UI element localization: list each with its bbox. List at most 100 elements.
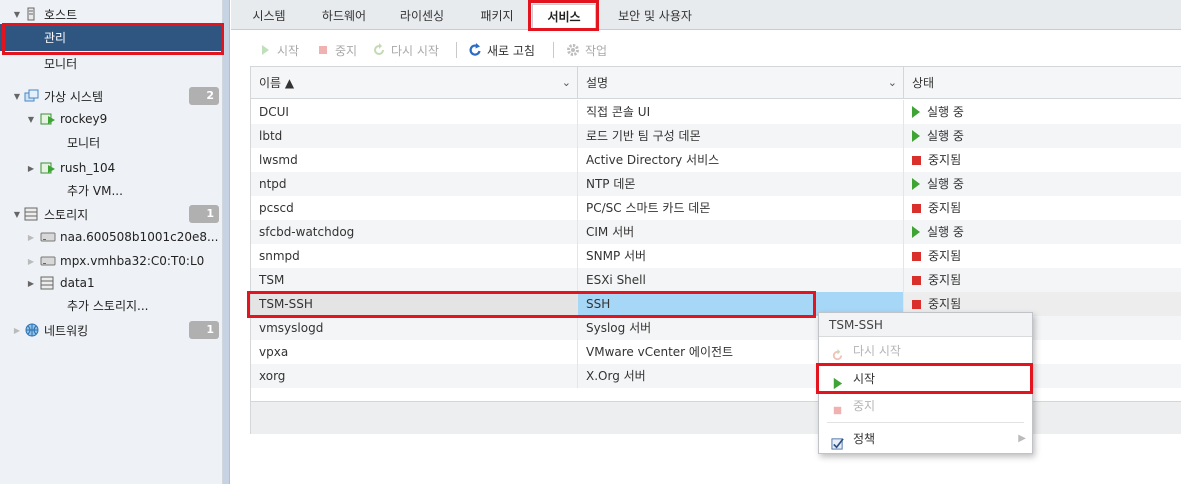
service-name-cell: lwsmd bbox=[251, 148, 578, 172]
service-description-cell: SNMP 서버 bbox=[578, 244, 904, 268]
stop-icon bbox=[831, 400, 844, 415]
table-row[interactable]: lbtd 로드 기반 팀 구성 데몬 실행 중 bbox=[251, 124, 1181, 148]
toolbar-divider bbox=[553, 42, 554, 58]
service-status-cell: 실행 중 bbox=[904, 124, 1181, 148]
table-row[interactable]: DCUI 직접 콘솔 UI 실행 중 bbox=[251, 100, 1181, 124]
stop-service-button[interactable]: 중지 bbox=[316, 40, 357, 60]
table-row[interactable]: vpxa VMware vCenter 에이전트 bbox=[251, 340, 1181, 364]
table-row[interactable]: xorg X.Org 서버 bbox=[251, 364, 1181, 388]
column-header-name[interactable]: 이름 ▲ ⌄ bbox=[251, 67, 578, 99]
context-menu: TSM-SSH 다시 시작 시작 중지 정책 ▶ bbox=[818, 312, 1033, 454]
context-menu-title: TSM-SSH bbox=[819, 313, 1032, 337]
datastore-icon bbox=[40, 276, 56, 290]
nav-vm-monitor[interactable]: 모니터 bbox=[0, 131, 223, 153]
table-row[interactable]: vmsyslogd Syslog 서버 bbox=[251, 316, 1181, 340]
menu-item-start[interactable]: 시작 bbox=[819, 366, 1032, 392]
table-row[interactable]: lwsmd Active Directory 서비스 중지됨 bbox=[251, 148, 1181, 172]
nav-monitor[interactable]: 모니터 bbox=[0, 52, 223, 74]
nav-add-storage-label: 추가 스토리지... bbox=[67, 298, 149, 313]
column-status-label: 상태 bbox=[912, 76, 935, 90]
expand-arrow-icon[interactable]: ▼ bbox=[12, 10, 22, 19]
vm-running-icon bbox=[40, 161, 56, 175]
nav-manage[interactable]: 관리 bbox=[0, 24, 223, 51]
navigator-sidebar: ▼ 호스트 관리 모니터 ▼ 가상 시스템 2 ▼ rockey9 모니터 ▶ … bbox=[0, 0, 223, 484]
nav-disk-label: mpx.vmhba32:C0:T0:L0 bbox=[60, 254, 205, 268]
table-row[interactable]: TSM-SSH SSH 중지됨 bbox=[251, 292, 1181, 316]
service-name-cell: TSM-SSH bbox=[251, 292, 578, 316]
menu-item-restart[interactable]: 다시 시작 bbox=[819, 338, 1032, 364]
refresh-label: 새로 고침 bbox=[487, 43, 535, 58]
nav-add-vm[interactable]: 추가 VM... bbox=[0, 179, 223, 201]
play-icon bbox=[831, 373, 844, 390]
service-status-label: 실행 중 bbox=[927, 177, 964, 191]
nav-add-storage[interactable]: 추가 스토리지... bbox=[0, 294, 223, 316]
service-name-cell: sfcbd-watchdog bbox=[251, 220, 578, 244]
table-row[interactable]: snmpd SNMP 서버 중지됨 bbox=[251, 244, 1181, 268]
service-name-cell: xorg bbox=[251, 364, 578, 388]
disk-icon bbox=[40, 230, 56, 244]
expand-arrow-icon[interactable]: ▼ bbox=[12, 210, 22, 219]
stopped-status-icon bbox=[912, 156, 921, 165]
vm-count-badge: 2 bbox=[189, 87, 219, 105]
table-row[interactable]: pcscd PC/SC 스마트 카드 데몬 중지됨 bbox=[251, 196, 1181, 220]
restart-service-button[interactable]: 다시 시작 bbox=[372, 40, 439, 60]
actions-label: 작업 bbox=[585, 43, 608, 58]
start-label: 시작 bbox=[277, 43, 300, 58]
start-service-button[interactable]: 시작 bbox=[258, 40, 299, 60]
chevron-down-icon[interactable]: ⌄ bbox=[888, 67, 897, 99]
tab-security-users[interactable]: 보안 및 사용자 bbox=[605, 4, 705, 30]
collapse-arrow-icon[interactable]: ▶ bbox=[26, 164, 36, 173]
service-name-cell: DCUI bbox=[251, 100, 578, 124]
nav-add-vm-label: 추가 VM... bbox=[67, 183, 123, 198]
running-status-icon bbox=[912, 106, 920, 118]
service-description-cell: 로드 기반 팀 구성 데몬 bbox=[578, 124, 904, 148]
nav-storage[interactable]: ▼ 스토리지 1 bbox=[0, 203, 223, 225]
nav-networking[interactable]: ▶ 네트워킹 1 bbox=[0, 319, 223, 341]
table-row[interactable]: ntpd NTP 데몬 실행 중 bbox=[251, 172, 1181, 196]
nav-disk-label: naa.600508b1001c20e8... bbox=[60, 230, 219, 244]
stopped-status-icon bbox=[912, 276, 921, 285]
nav-disk[interactable]: ▶ mpx.vmhba32:C0:T0:L0 bbox=[0, 250, 223, 272]
service-name-cell: pcscd bbox=[251, 196, 578, 220]
network-globe-icon bbox=[24, 323, 40, 337]
column-header-status[interactable]: 상태 bbox=[904, 67, 1181, 99]
column-header-description[interactable]: 설명 ⌄ bbox=[578, 67, 904, 99]
restart-icon bbox=[372, 43, 386, 57]
service-status-cell: 중지됨 bbox=[904, 196, 1181, 220]
network-count-badge: 1 bbox=[189, 321, 219, 339]
tab-hardware[interactable]: 하드웨어 bbox=[309, 4, 379, 30]
nav-virtual-machines[interactable]: ▼ 가상 시스템 2 bbox=[0, 85, 223, 107]
menu-item-stop[interactable]: 중지 bbox=[819, 393, 1032, 419]
tab-system[interactable]: 시스템 bbox=[237, 4, 301, 30]
refresh-button[interactable]: 새로 고침 bbox=[468, 40, 535, 60]
sidebar-resize-handle[interactable] bbox=[223, 0, 230, 484]
nav-datastore[interactable]: ▶ data1 bbox=[0, 272, 223, 294]
collapse-arrow-icon[interactable]: ▶ bbox=[26, 279, 36, 288]
tab-bar: 시스템 하드웨어 라이센싱 패키지 서비스 보안 및 사용자 bbox=[231, 0, 1181, 30]
service-name-cell: lbtd bbox=[251, 124, 578, 148]
nav-disk[interactable]: ▶ naa.600508b1001c20e8... bbox=[0, 226, 223, 248]
restart-label: 다시 시작 bbox=[391, 43, 439, 58]
nav-host[interactable]: ▼ 호스트 bbox=[0, 3, 223, 25]
host-server-icon bbox=[24, 7, 40, 21]
tab-packages[interactable]: 패키지 bbox=[465, 4, 529, 30]
actions-button[interactable]: 작업 bbox=[566, 40, 607, 60]
tab-services[interactable]: 서비스 bbox=[532, 4, 596, 30]
column-name-label: 이름 ▲ bbox=[259, 76, 295, 90]
service-name-cell: TSM bbox=[251, 268, 578, 292]
nav-manage-label: 관리 bbox=[44, 31, 67, 45]
service-status-label: 중지됨 bbox=[928, 201, 962, 215]
expand-arrow-icon[interactable]: ▼ bbox=[26, 115, 36, 124]
table-row[interactable]: TSM ESXi Shell 중지됨 bbox=[251, 268, 1181, 292]
nav-vm-rockey9[interactable]: ▼ rockey9 bbox=[0, 108, 223, 130]
stop-label: 중지 bbox=[335, 43, 358, 58]
nav-vm-rush104[interactable]: ▶ rush_104 bbox=[0, 157, 223, 179]
storage-count-badge: 1 bbox=[189, 205, 219, 223]
expand-arrow-icon[interactable]: ▼ bbox=[12, 92, 22, 101]
nav-networking-label: 네트워킹 bbox=[44, 323, 89, 338]
service-status-label: 중지됨 bbox=[928, 273, 962, 287]
menu-item-policy[interactable]: 정책 ▶ bbox=[819, 426, 1032, 452]
tab-licensing[interactable]: 라이센싱 bbox=[387, 4, 457, 30]
table-row[interactable]: sfcbd-watchdog CIM 서버 실행 중 bbox=[251, 220, 1181, 244]
chevron-down-icon[interactable]: ⌄ bbox=[562, 67, 571, 99]
